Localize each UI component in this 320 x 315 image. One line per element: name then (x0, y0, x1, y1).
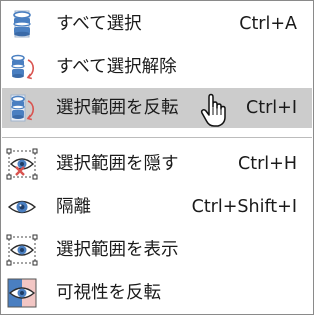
menu-item-isolate[interactable]: 隔離 Ctrl+Shift+I (2, 187, 312, 227)
invert-selection-icon (6, 92, 38, 124)
context-menu: すべて選択 Ctrl+A すべて選択解除 選択範囲を反転 Ctrl+I 選択範囲… (0, 0, 314, 315)
menu-item-hide-selection[interactable]: 選択範囲を隠す Ctrl+H (2, 144, 312, 184)
menu-item-invert-visibility[interactable]: 可視性を反転 (2, 273, 312, 313)
menu-item-show-selection[interactable]: 選択範囲を表示 (2, 230, 312, 270)
menu-item-shortcut: Ctrl+Shift+I (191, 197, 297, 217)
menu-item-label: すべて選択解除 (56, 57, 177, 77)
menu-item-label: 選択範囲を隠す (56, 154, 179, 174)
hand-cursor-icon (199, 93, 229, 129)
show-selection-icon (6, 234, 38, 266)
menu-item-deselect-all[interactable]: すべて選択解除 (2, 47, 312, 87)
select-all-icon (6, 8, 38, 40)
menu-item-shortcut: Ctrl+A (239, 14, 297, 34)
menu-item-label: 隔離 (56, 197, 91, 217)
menu-item-select-all[interactable]: すべて選択 Ctrl+A (2, 4, 312, 44)
menu-item-shortcut: Ctrl+H (238, 154, 297, 174)
menu-item-invert-selection[interactable]: 選択範囲を反転 Ctrl+I (2, 88, 312, 128)
deselect-all-icon (6, 51, 38, 83)
menu-item-shortcut: Ctrl+I (246, 98, 297, 118)
menu-item-label: すべて選択 (56, 14, 142, 34)
menu-item-label: 選択範囲を表示 (56, 240, 179, 260)
invert-visibility-icon (6, 277, 38, 309)
menu-item-label: 選択範囲を反転 (56, 98, 179, 118)
menu-item-label: 可視性を反転 (56, 283, 161, 303)
isolate-icon (6, 191, 38, 223)
hide-selection-icon (6, 148, 38, 180)
menu-separator (2, 137, 312, 138)
